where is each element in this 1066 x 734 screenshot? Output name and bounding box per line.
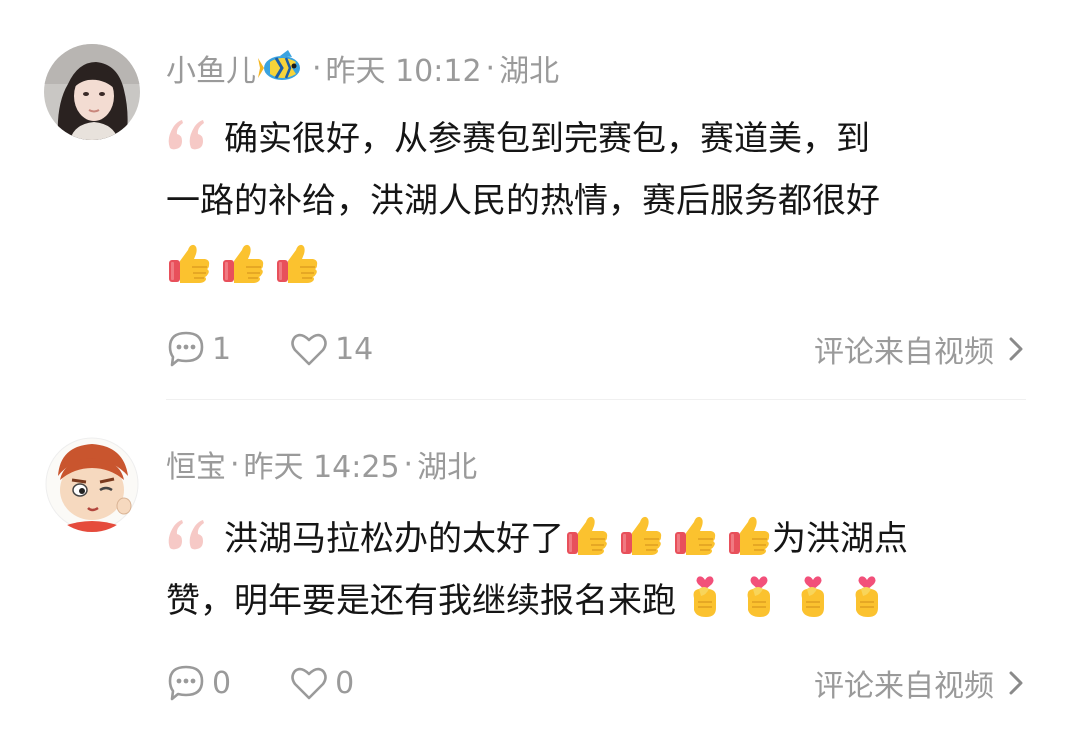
heart-icon xyxy=(289,663,329,703)
reply-count: 0 xyxy=(212,665,232,701)
comment-location: 湖北 xyxy=(417,450,478,485)
comment-text-line-2: 赞，明年要是还有我继续报名来跑 xyxy=(166,581,676,621)
tropical-fish-emoji-icon xyxy=(258,50,300,80)
username[interactable]: 恒宝 xyxy=(166,442,226,486)
comment-source-link[interactable]: 评论来自视频 xyxy=(814,327,1026,371)
comment-text-line-2: 一路的补给，洪湖人民的热情，赛后服务都很好 xyxy=(166,181,880,221)
thumbs-up-emoji-icon xyxy=(564,512,610,558)
comment-text: 洪湖马拉松办的太好了 为洪湖点 赞，明年要是还有我继续报名来跑 xyxy=(166,508,1036,632)
like-count: 0 xyxy=(335,665,355,701)
comment-time: 昨天 10:12 xyxy=(325,54,482,89)
reply-button[interactable]: 0 xyxy=(166,663,231,703)
comment-bubble-icon xyxy=(166,663,206,703)
comment-item-2: 恒宝 · 昨天 14:25 · 湖北 洪湖马拉松办的太好了 为洪湖点 赞，明年要是… xyxy=(0,400,1066,734)
comment-time: 昨天 14:25 xyxy=(243,450,400,485)
meta-separator: · xyxy=(230,446,240,482)
thumbs-up-emoji-icon xyxy=(618,512,664,558)
thumbs-up-emoji-icon xyxy=(220,240,266,286)
meta-separator: · xyxy=(485,50,496,86)
heart-icon xyxy=(289,329,329,369)
thumbs-up-emoji-icon xyxy=(274,240,320,286)
comment-text-part-2: 为洪湖点 xyxy=(772,519,908,559)
like-count: 14 xyxy=(335,331,374,367)
reply-count: 1 xyxy=(212,331,232,367)
chevron-right-icon xyxy=(1006,334,1026,364)
comment-actions: 0 0 评论来自视频 xyxy=(166,660,1026,706)
like-button[interactable]: 14 xyxy=(289,329,373,369)
meta-separator: · xyxy=(312,50,322,86)
finger-heart-emoji-icon xyxy=(844,574,890,620)
finger-heart-emoji-icon xyxy=(682,574,728,620)
chevron-right-icon xyxy=(1006,668,1026,698)
comment-text: 确实很好，从参赛包到完赛包，赛道美，到 一路的补给，洪湖人民的热情，赛后服务都很… xyxy=(166,108,1036,294)
comment-source-label: 评论来自视频 xyxy=(814,669,994,704)
emoji-row xyxy=(166,232,1036,294)
like-button[interactable]: 0 xyxy=(289,663,354,703)
comment-bubble-icon xyxy=(166,329,206,369)
avatar[interactable] xyxy=(44,436,140,532)
comment-item-1: 小鱼儿 · 昨天 10:12 · 湖北 确实很好，从参赛包到完赛包，赛道美，到 … xyxy=(0,0,1066,400)
comment-location: 湖北 xyxy=(499,54,560,89)
finger-heart-emoji-icon xyxy=(790,574,836,620)
comment-text-part-1: 洪湖马拉松办的太好了 xyxy=(224,519,564,559)
reply-button[interactable]: 1 xyxy=(166,329,231,369)
comment-source-link[interactable]: 评论来自视频 xyxy=(814,661,1026,705)
finger-heart-emoji-icon xyxy=(736,574,782,620)
avatar[interactable] xyxy=(44,44,140,140)
meta-separator: · xyxy=(403,446,414,482)
thumbs-up-emoji-icon xyxy=(726,512,772,558)
comment-text-line-1: 确实很好，从参赛包到完赛包，赛道美，到 xyxy=(224,119,870,159)
quote-mark-icon xyxy=(166,518,212,552)
username[interactable]: 小鱼儿 xyxy=(166,46,256,90)
thumbs-up-emoji-icon xyxy=(672,512,718,558)
thumbs-up-emoji-icon xyxy=(166,240,212,286)
comment-meta: 恒宝 · 昨天 14:25 · 湖北 xyxy=(166,442,477,486)
comment-meta: 小鱼儿 · 昨天 10:12 · 湖北 xyxy=(166,46,559,90)
comment-actions: 1 14 评论来自视频 xyxy=(166,326,1026,372)
quote-mark-icon xyxy=(166,118,212,152)
comment-source-label: 评论来自视频 xyxy=(814,335,994,370)
